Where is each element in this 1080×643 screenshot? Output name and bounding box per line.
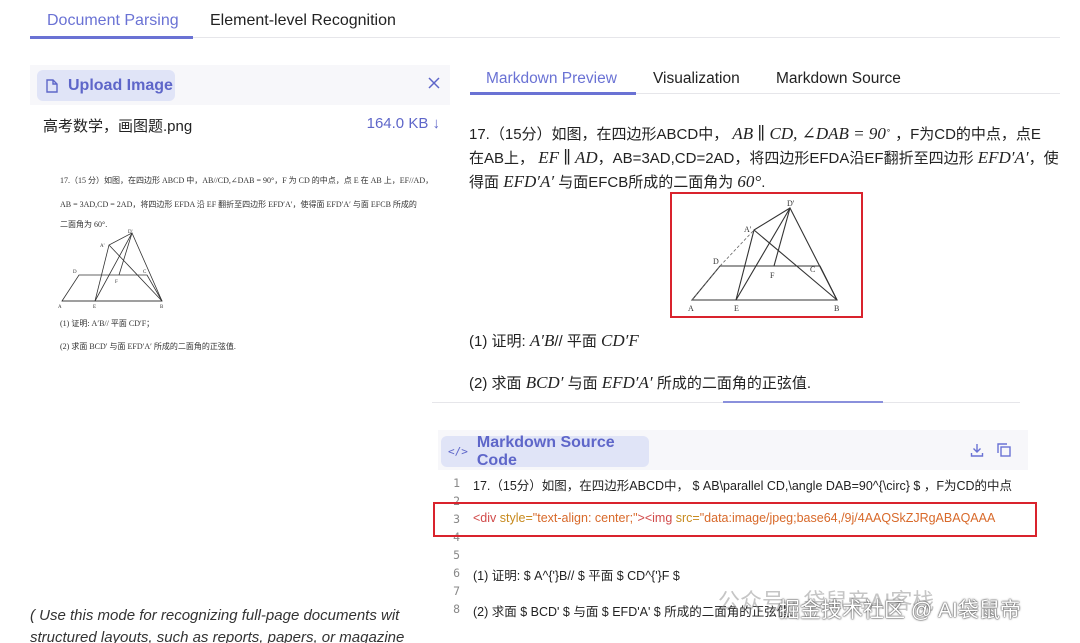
text: 在AB上，	[469, 150, 535, 167]
figure-label: A	[688, 304, 694, 313]
tab-document-parsing[interactable]: Document Parsing	[47, 12, 179, 30]
figure-label: D	[73, 270, 77, 275]
line-number: 5	[453, 548, 460, 562]
math-inline: AB ∥ CD, ∠DAB = 90	[732, 124, 886, 143]
line-number: 8	[453, 602, 460, 616]
figure-label: F	[770, 271, 775, 280]
upload-image-button[interactable]: Upload Image	[37, 70, 175, 101]
text: ，F为CD的中点，点E	[895, 126, 1041, 143]
text: ，AB=3AD,CD=2AD，将四边形EFDA沿EF翻折至四边形	[597, 150, 974, 167]
text: 与面EFCB所成的二面角为	[558, 174, 734, 191]
preview-paragraph-line: 得面 EFD′A′ 与面EFCB所成的二面角为 60°.	[469, 171, 765, 192]
figure-label: A'	[744, 225, 752, 234]
figure-label: D'	[128, 230, 133, 235]
uploaded-image-preview: 17.（15 分）如图，在四边形 ABCD 中，AB//CD,∠DAB = 90…	[42, 165, 440, 360]
markdown-source-code-label: Markdown Source Code	[476, 433, 615, 469]
file-size: 164.0 KB	[366, 115, 429, 132]
line-number: 7	[453, 584, 460, 598]
code-line: (1) 证明: $ A^{'}B// $ 平面 $ CD^{'}F $	[473, 569, 680, 583]
figure-label: E	[734, 304, 739, 313]
copy-button[interactable]	[992, 438, 1016, 462]
result-tab-bar: Markdown Preview Visualization Markdown …	[470, 62, 1060, 95]
figure-label: F	[115, 280, 118, 285]
figure-label: E	[93, 305, 96, 309]
text: 与面	[567, 375, 598, 392]
math-inline: 60°	[737, 172, 762, 191]
highlight-box	[433, 502, 1037, 537]
download-icon	[970, 444, 984, 457]
math-inline: EF ∥ AD	[538, 148, 598, 167]
upload-image-label: Upload Image	[68, 76, 173, 94]
figure-label: B	[160, 305, 164, 309]
preview-paragraph-line: 在AB上， EF ∥ AD，AB=3AD,CD=2AD，将四边形EFDA沿EF翻…	[469, 147, 1059, 168]
figure-label: B	[834, 304, 839, 313]
mode-hint-text: ( Use this mode for recognizing full-pag…	[30, 605, 404, 643]
text: ，使	[1028, 150, 1059, 167]
geometry-figure-thumbnail: D' A' D F C A E B	[58, 230, 164, 309]
preview-line: (1) 证明: A′B// 平面 CD′F；	[60, 319, 155, 328]
preview-line: 17.（15 分）如图，在四边形 ABCD 中，AB//CD,∠DAB = 90…	[60, 176, 434, 185]
upload-panel-header: Upload Image	[30, 65, 450, 105]
file-size-download-link[interactable]: 164.0 KB ↓	[367, 115, 440, 132]
tab-element-level-recognition[interactable]: Element-level Recognition	[210, 12, 396, 30]
top-tab-bar: Document Parsing Element-level Recogniti…	[30, 0, 1060, 39]
math-inline: EFD′A′	[977, 148, 1029, 167]
text: 17.（15分）如图，在四边形ABCD中，	[469, 126, 729, 143]
upload-panel: Upload Image 高考数学，画图题.png 164.0 KB ↓ 17.…	[30, 65, 450, 643]
mode-hint-line: structured layouts, such as reports, pap…	[30, 629, 405, 643]
markdown-source-code-button[interactable]: </> Markdown Source Code	[441, 433, 649, 469]
tab-markdown-source[interactable]: Markdown Source	[776, 70, 901, 88]
figure-label: A'	[100, 244, 105, 249]
code-line: 17.（15分）如图，在四边形ABCD中， $ AB\parallel CD,\…	[473, 479, 1013, 493]
preview-question-1: (1) 证明: A′B// 平面 CD′F	[469, 330, 639, 351]
figure-label: D'	[787, 199, 795, 208]
text: (1) 证明:	[469, 333, 526, 350]
code-panel-header: </> Markdown Source Code	[438, 430, 1028, 470]
figure-label: C	[143, 270, 147, 275]
preview-line: (2) 求面 BCD′ 与面 EFD′A′ 所成的二面角的正弦值.	[60, 342, 236, 351]
file-icon	[46, 78, 58, 93]
active-tab-indicator	[470, 92, 636, 95]
code-icon: </>	[448, 445, 468, 458]
math-inline: BCD′	[525, 373, 564, 392]
math-inline: CD′F	[601, 331, 639, 350]
figure-label: D	[713, 257, 719, 266]
copy-icon	[997, 443, 1011, 457]
text: // 平面	[554, 333, 597, 350]
math-inline: EFD′A′	[601, 373, 653, 392]
figure-label: A	[58, 305, 62, 309]
file-name: 高考数学，画图题.png	[43, 118, 193, 135]
watermark-text: 掘金技术社区 @ AI袋鼠帝	[779, 599, 1021, 622]
close-button[interactable]	[423, 72, 445, 94]
tab-visualization[interactable]: Visualization	[653, 70, 740, 88]
text: 所成的二面角的正弦值.	[656, 375, 811, 392]
download-button[interactable]	[965, 438, 989, 462]
section-divider-accent	[723, 401, 883, 403]
active-tab-indicator	[30, 36, 193, 39]
preview-line: AB = 3AD,CD = 2AD，将四边形 EFDA 沿 EF 翻折至四边形 …	[60, 200, 417, 209]
text: (2) 求面	[469, 375, 522, 392]
preview-paragraph-line: 17.（15分）如图，在四边形ABCD中， AB ∥ CD, ∠DAB = 90…	[469, 124, 1041, 143]
text: 得面	[469, 174, 500, 191]
math-inline: EFD′A′	[503, 172, 555, 191]
figure-label: C	[810, 265, 815, 274]
line-number: 6	[453, 566, 460, 580]
preview-question-2: (2) 求面 BCD′ 与面 EFD′A′ 所成的二面角的正弦值.	[469, 372, 811, 393]
mode-hint-line: ( Use this mode for recognizing full-pag…	[30, 607, 400, 624]
close-icon	[428, 77, 440, 89]
text: .	[761, 174, 766, 191]
line-number: 1	[453, 476, 460, 490]
extracted-figure: D' A' D F C A E B	[670, 192, 863, 318]
geometry-figure: D' A' D F C A E B	[688, 199, 839, 313]
math-inline: A′B	[529, 331, 555, 350]
tab-markdown-preview[interactable]: Markdown Preview	[486, 70, 617, 88]
download-arrow-icon: ↓	[432, 115, 441, 132]
uploaded-file-row: 高考数学，画图题.png 164.0 KB ↓	[43, 115, 440, 137]
